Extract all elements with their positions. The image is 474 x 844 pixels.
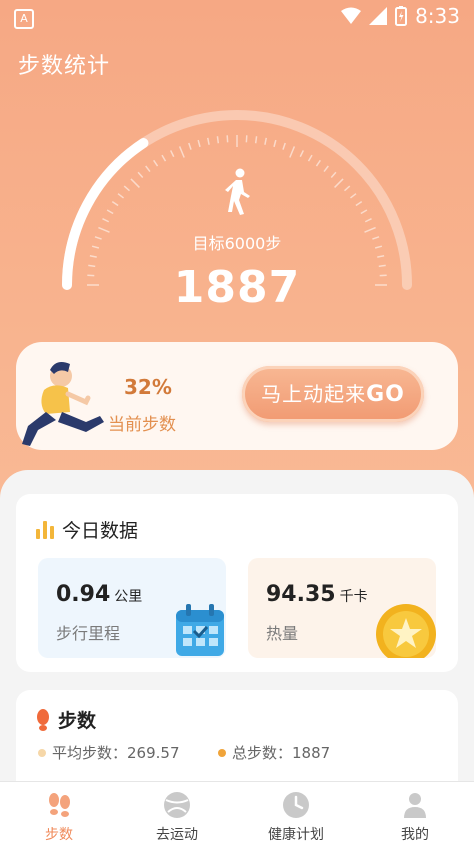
dial-tick <box>180 146 185 157</box>
dial-tick <box>361 210 367 214</box>
go-label: GO <box>366 382 405 407</box>
dial-tick <box>131 179 139 187</box>
dial-tick <box>112 202 118 206</box>
tab-steps[interactable]: 步数 <box>0 782 118 844</box>
signal-icon <box>369 7 387 25</box>
page-title: 步数统计 <box>18 48 110 80</box>
dial-tick <box>171 150 174 156</box>
dial-tick <box>283 143 285 150</box>
average-steps-label: 平均步数：269.57 <box>52 742 180 763</box>
dial-tick <box>102 219 108 222</box>
distance-label: 步行里程 <box>56 620 120 644</box>
battery-icon <box>395 6 407 26</box>
today-data-header: 今日数据 <box>36 516 138 543</box>
dial-tick <box>309 155 313 161</box>
clock-icon <box>281 790 311 820</box>
dial-tick <box>324 166 328 172</box>
average-steps-legend: 平均步数：269.57 <box>38 742 180 763</box>
tab-exercise-label: 去运动 <box>118 824 236 844</box>
progress-percent: 32% <box>124 375 172 399</box>
bottom-tab-bar: 步数 去运动 健康计划 我的 <box>0 781 474 844</box>
start-exercise-label: 马上动起来 <box>261 382 366 406</box>
walking-person-icon <box>222 168 254 216</box>
ball-icon <box>162 790 192 820</box>
calories-stat: 94.35千卡 热量 <box>248 558 436 658</box>
dial-tick <box>377 256 384 257</box>
tab-profile[interactable]: 我的 <box>356 782 474 844</box>
total-dot <box>218 749 226 757</box>
dial-tick <box>162 155 166 161</box>
calendar-icon <box>172 602 228 658</box>
current-step-count: 1887 <box>0 262 474 313</box>
bar-chart-icon <box>36 521 54 539</box>
dial-tick <box>300 150 303 156</box>
dial-tick <box>90 256 97 257</box>
gold-coin-icon <box>374 602 436 658</box>
tab-health-plan[interactable]: 健康计划 <box>237 782 355 844</box>
dial-tick <box>198 140 200 147</box>
tab-exercise[interactable]: 去运动 <box>118 782 236 844</box>
today-data-title: 今日数据 <box>62 516 138 543</box>
start-exercise-button[interactable]: 马上动起来GO <box>242 366 424 422</box>
footprint-icon <box>36 709 50 731</box>
clock: 8:33 <box>415 4 460 28</box>
person-icon <box>400 790 430 820</box>
dial-tick <box>146 166 150 172</box>
step-goal-label: 目标6000步 <box>0 230 474 254</box>
dial-tick <box>217 136 218 143</box>
calories-label: 热量 <box>266 620 298 644</box>
dial-tick <box>189 143 191 150</box>
dial-tick <box>356 202 362 206</box>
dial-tick <box>265 138 266 145</box>
tab-health-plan-label: 健康计划 <box>237 824 355 844</box>
distance-stat: 0.94公里 步行里程 <box>38 558 226 658</box>
dial-tick <box>124 186 129 191</box>
dial-tick <box>290 146 295 157</box>
dial-tick <box>154 160 158 166</box>
dial-tick <box>350 194 356 198</box>
total-steps-label: 总步数：1887 <box>232 742 330 763</box>
calories-value-row: 94.35千卡 <box>266 582 368 607</box>
dial-tick <box>274 140 276 147</box>
steps-title: 步数 <box>58 706 96 733</box>
wifi-icon <box>341 7 361 25</box>
today-data-card: 今日数据 0.94公里 步行里程 94.35千卡 热量 <box>16 494 458 672</box>
distance-value: 0.94 <box>56 582 110 607</box>
calories-unit: 千卡 <box>340 589 368 605</box>
dial-tick <box>331 172 336 177</box>
progress-percent-label: 当前步数 <box>108 410 176 435</box>
distance-value-row: 0.94公里 <box>56 582 142 607</box>
total-steps-legend: 总步数：1887 <box>218 742 330 763</box>
tab-steps-label: 步数 <box>0 824 118 844</box>
runner-illustration <box>16 350 126 450</box>
app-notification-icon: A <box>14 9 34 29</box>
dial-tick <box>345 186 350 191</box>
dial-tick <box>118 194 124 198</box>
status-bar: A 8:33 <box>0 0 474 34</box>
dial-tick <box>335 179 343 187</box>
dial-tick <box>316 160 320 166</box>
dial-tick <box>107 210 113 214</box>
dial-tick <box>138 172 143 177</box>
tab-profile-label: 我的 <box>356 824 474 844</box>
footprints-icon <box>44 790 74 820</box>
steps-header: 步数 <box>36 706 96 733</box>
calories-value: 94.35 <box>266 582 336 607</box>
distance-unit: 公里 <box>114 589 142 605</box>
average-dot <box>38 749 46 757</box>
dial-tick <box>256 136 257 143</box>
dial-tick <box>208 138 209 145</box>
dial-tick <box>365 219 371 222</box>
